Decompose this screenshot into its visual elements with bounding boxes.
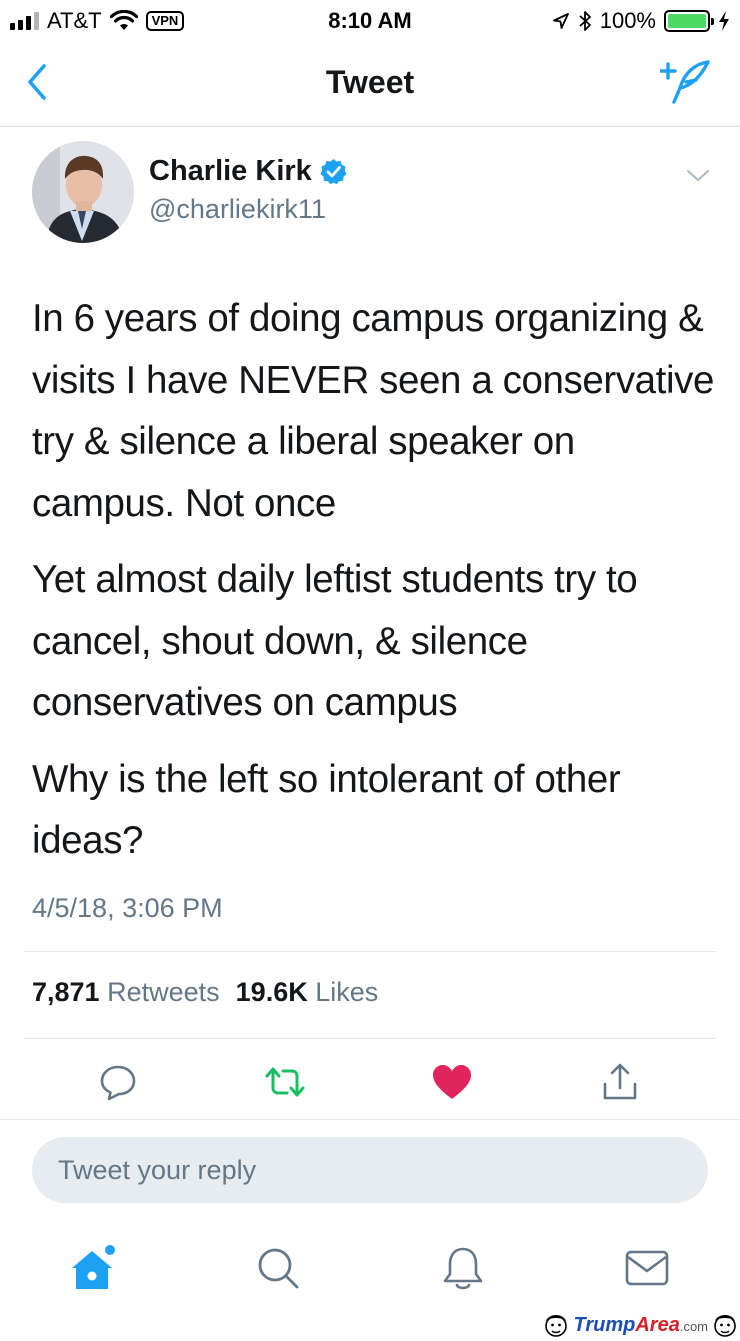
caricature-face-icon (545, 1315, 568, 1337)
author-handle[interactable]: @charliekirk11 (149, 194, 326, 225)
divider (24, 1038, 716, 1039)
tweet-paragraph: In 6 years of doing campus organizing & … (32, 297, 714, 525)
nav-bar: Tweet (0, 40, 740, 127)
tweet-paragraph: Why is the left so intolerant of other i… (32, 757, 621, 863)
likes-stat[interactable]: 19.6K Likes (236, 977, 379, 1008)
tweet-timestamp: 4/5/18, 3:06 PM (32, 893, 223, 923)
divider (24, 951, 716, 952)
retweet-button[interactable] (263, 1060, 307, 1104)
divider (0, 1119, 740, 1120)
compose-tweet-icon (659, 60, 710, 104)
retweet-label: Retweets (107, 977, 220, 1007)
reply-input[interactable] (32, 1137, 708, 1203)
verified-badge-icon (320, 159, 347, 185)
tweet-stats: 7,871 Retweets 19.6K Likes (32, 977, 378, 1008)
site-watermark: TrumpArea.com (543, 1311, 738, 1339)
location-arrow-icon (552, 13, 569, 29)
retweets-stat[interactable]: 7,871 Retweets (32, 977, 220, 1008)
page-title: Tweet (325, 64, 415, 100)
battery-icon (664, 10, 714, 32)
like-heart-icon (433, 1065, 471, 1099)
share-button[interactable] (598, 1060, 642, 1104)
author-name-text: Charlie Kirk (149, 155, 312, 187)
watermark-text: Area (635, 1313, 680, 1336)
author-avatar[interactable] (32, 141, 134, 243)
caricature-face-icon (714, 1315, 736, 1337)
reply-icon (100, 1065, 136, 1101)
tab-notifications[interactable] (435, 1240, 491, 1296)
tweet-options-button[interactable] (686, 165, 710, 185)
share-icon (603, 1063, 637, 1100)
watermark-text: Trump (573, 1313, 636, 1336)
like-label: Likes (315, 977, 379, 1007)
notifications-bell-icon (443, 1247, 483, 1290)
messages-envelope-icon (625, 1250, 669, 1286)
status-bar-right: 100% (552, 8, 730, 34)
status-bar: AT&T VPN 8:10 AM 100% (0, 0, 740, 40)
retweet-count: 7,871 (32, 977, 100, 1007)
bluetooth-icon (579, 11, 591, 31)
tweet-paragraph: Yet almost daily leftist students try to… (32, 558, 638, 724)
like-count: 19.6K (235, 977, 308, 1007)
tweet-text: In 6 years of doing campus organizing & … (32, 288, 722, 887)
retweet-icon (265, 1067, 305, 1097)
avatar-image (32, 141, 134, 243)
tab-home[interactable] (66, 1240, 122, 1296)
search-icon (258, 1248, 299, 1289)
tab-messages[interactable] (619, 1240, 675, 1296)
tab-search[interactable] (250, 1240, 306, 1296)
like-button[interactable] (430, 1060, 474, 1104)
compose-tweet-button[interactable] (659, 58, 712, 106)
battery-percent: 100% (599, 8, 656, 33)
watermark-text: .com (679, 1318, 708, 1334)
author-name[interactable]: Charlie Kirk (149, 155, 347, 188)
reply-button[interactable] (96, 1060, 140, 1104)
home-icon (72, 1245, 115, 1289)
dropdown-caret-icon (687, 170, 709, 181)
charging-bolt-icon (719, 11, 729, 31)
